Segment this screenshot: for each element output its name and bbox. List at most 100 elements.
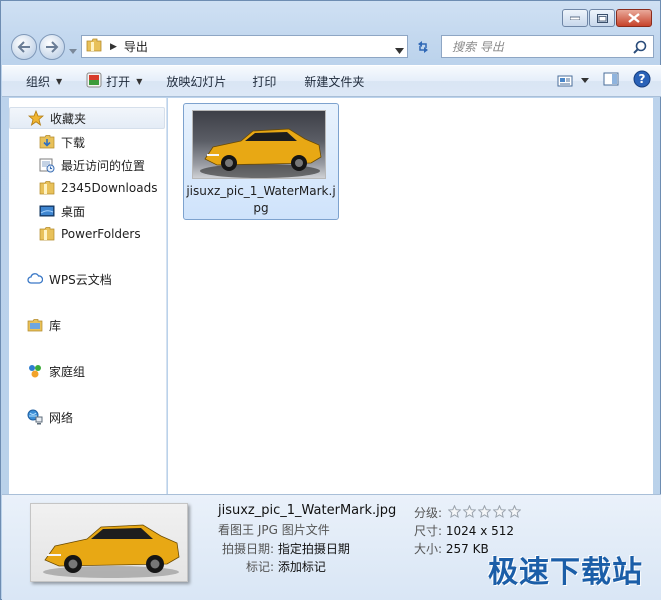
organize-label: 组织: [26, 74, 51, 89]
nav-wps-cloud-label: WPS云文档: [49, 272, 112, 287]
help-button[interactable]: ?: [633, 70, 651, 91]
star-icon[interactable]: [448, 505, 461, 518]
details-date-label: 拍摄日期:: [222, 542, 275, 556]
chevron-down-icon: [395, 48, 404, 54]
view-icon: [557, 75, 573, 86]
chevron-down-icon: [581, 78, 589, 83]
address-history-dropdown[interactable]: [395, 43, 404, 57]
address-bar[interactable]: ▶ 导出: [81, 35, 408, 58]
details-rating-row: 分级:: [414, 504, 442, 521]
star-icon[interactable]: [478, 505, 491, 518]
details-size-label: 大小:: [414, 542, 443, 556]
star-icon[interactable]: [493, 505, 506, 518]
library-icon: [27, 317, 43, 333]
details-date-row: 拍摄日期: 指定拍摄日期: [222, 540, 350, 557]
minimize-button[interactable]: [562, 9, 588, 27]
new-folder-label: 新建文件夹: [304, 74, 365, 89]
rating-stars[interactable]: [448, 505, 521, 518]
window-controls: [562, 9, 652, 27]
details-date-value[interactable]: 指定拍摄日期: [278, 542, 350, 556]
details-size-row: 大小: 257 KB: [414, 540, 489, 557]
file-list: jisuxz_pic_1_WaterMark.jpg: [168, 98, 653, 494]
details-rating-label: 分级:: [414, 506, 443, 520]
maximize-button[interactable]: [589, 9, 615, 27]
print-button[interactable]: 打印: [246, 69, 282, 93]
star-icon[interactable]: [463, 505, 476, 518]
details-dims-label: 尺寸:: [414, 524, 443, 538]
details-file-type: 看图王 JPG 图片文件: [218, 523, 330, 537]
nav-libraries-label: 库: [49, 318, 62, 333]
nav-powerfolders[interactable]: PowerFolders: [9, 223, 141, 245]
recent-pages-dropdown[interactable]: [69, 43, 77, 57]
nav-homegroup-label: 家庭组: [49, 364, 86, 379]
refresh-icon: [417, 40, 428, 53]
search-placeholder[interactable]: 搜索 导出: [452, 38, 504, 55]
nav-libraries[interactable]: 库: [9, 314, 61, 336]
desktop-icon: [39, 203, 55, 219]
nav-favorites[interactable]: 收藏夹: [9, 107, 165, 129]
image-viewer-icon: [86, 72, 102, 91]
nav-recent-places[interactable]: 最近访问的位置: [9, 154, 145, 176]
organize-menu[interactable]: 组织 ▼: [20, 69, 68, 93]
preview-pane-icon: [603, 72, 619, 86]
help-icon: ?: [633, 70, 651, 88]
forward-arrow-icon: [46, 41, 59, 53]
open-label: 打开: [106, 74, 131, 89]
file-thumbnail: [192, 110, 326, 179]
breadcrumb-separator-icon[interactable]: ▶: [110, 42, 117, 52]
network-icon: [27, 409, 43, 425]
maximize-icon: [596, 13, 608, 23]
change-view-button[interactable]: [557, 74, 589, 88]
breadcrumb-current[interactable]: 导出: [124, 38, 148, 55]
nav-favorites-label: 收藏夹: [50, 111, 87, 126]
nav-homegroup[interactable]: 家庭组: [9, 360, 85, 382]
search-icon[interactable]: [633, 40, 647, 57]
nav-2345downloads[interactable]: 2345Downloads: [9, 177, 157, 199]
chevron-down-icon: ▼: [56, 76, 63, 86]
file-item[interactable]: jisuxz_pic_1_WaterMark.jpg: [183, 103, 339, 220]
search-box[interactable]: 搜索 导出: [441, 35, 654, 58]
star-icon[interactable]: [508, 505, 521, 518]
explorer-window: ▶ 导出 搜索 导出 组织 ▼ 打开 ▼ 放映幻灯片 打印 新建文件夹 ? 收藏…: [0, 0, 661, 600]
close-button[interactable]: [616, 9, 652, 27]
star-icon: [28, 110, 44, 126]
details-tags-row: 标记: 添加标记: [246, 558, 326, 575]
details-tags-value[interactable]: 添加标记: [278, 560, 326, 574]
details-pane: jisuxz_pic_1_WaterMark.jpg 看图王 JPG 图片文件 …: [2, 494, 661, 600]
site-watermark: 极速下载站: [488, 555, 643, 590]
nav-network-label: 网络: [49, 410, 74, 425]
command-bar: 组织 ▼ 打开 ▼ 放映幻灯片 打印 新建文件夹 ?: [2, 65, 661, 97]
recent-places-icon: [39, 157, 55, 173]
homegroup-icon: [27, 363, 43, 379]
folder-icon: [39, 180, 55, 196]
slideshow-button[interactable]: 放映幻灯片: [160, 69, 232, 93]
details-tags-label: 标记:: [246, 560, 275, 574]
new-folder-button[interactable]: 新建文件夹: [298, 69, 370, 93]
nav-recent-places-label: 最近访问的位置: [61, 158, 146, 173]
chevron-down-icon: [69, 49, 77, 54]
download-folder-icon: [39, 134, 55, 150]
details-dims-value: 1024 x 512: [445, 524, 515, 538]
details-file-name: jisuxz_pic_1_WaterMark.jpg: [218, 503, 397, 518]
cloud-icon: [27, 271, 43, 287]
file-name[interactable]: jisuxz_pic_1_WaterMark.jpg: [186, 183, 336, 217]
open-menu[interactable]: 打开 ▼: [80, 69, 148, 93]
nav-wps-cloud[interactable]: WPS云文档: [9, 268, 112, 290]
nav-downloads-label: 下载: [61, 135, 86, 150]
refresh-button[interactable]: [410, 35, 435, 58]
folder-icon: [39, 226, 55, 242]
nav-desktop-label: 桌面: [61, 204, 86, 219]
forward-button[interactable]: [39, 34, 65, 60]
nav-network[interactable]: 网络: [9, 406, 73, 428]
back-button[interactable]: [11, 34, 37, 60]
print-label: 打印: [252, 74, 277, 89]
close-icon: [628, 13, 640, 23]
folder-icon: [86, 38, 102, 55]
nav-2345downloads-label: 2345Downloads: [61, 181, 158, 195]
svg-text:?: ?: [639, 72, 646, 86]
nav-downloads[interactable]: 下载: [9, 131, 85, 153]
nav-desktop[interactable]: 桌面: [9, 200, 85, 222]
view-controls: ?: [557, 70, 651, 91]
preview-pane-button[interactable]: [603, 72, 619, 89]
minimize-icon: [570, 16, 580, 20]
